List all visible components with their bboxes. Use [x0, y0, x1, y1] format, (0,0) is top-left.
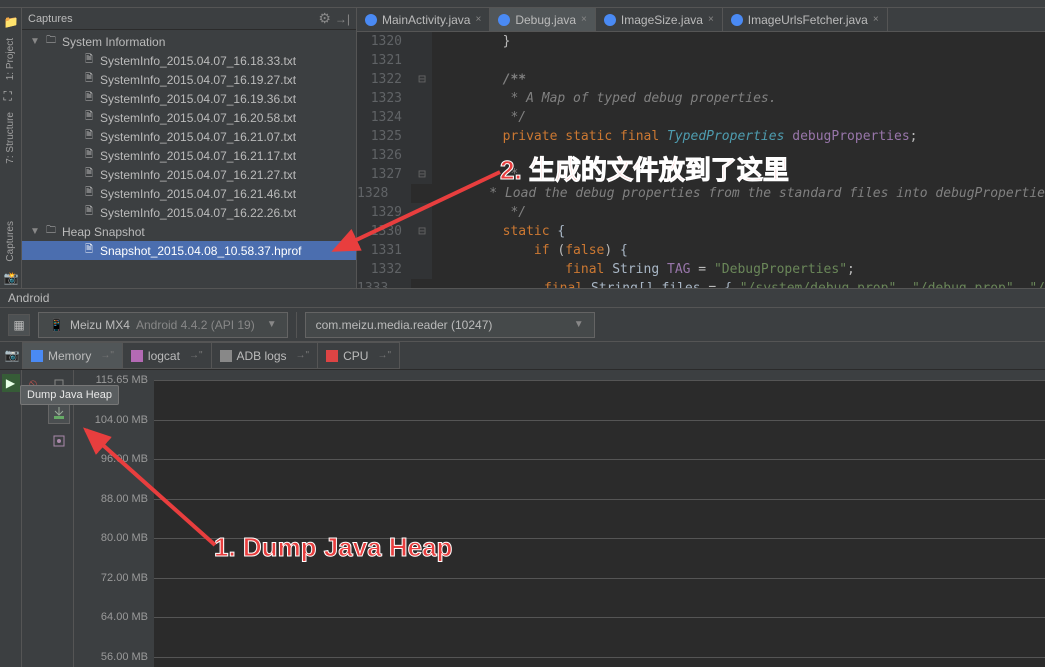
- profiler-left-rail: ▶: [0, 370, 22, 667]
- captures-panel: Captures ⚙ →| ▼🗀System Information🗎Syste…: [22, 8, 357, 288]
- tree-file[interactable]: 🗎SystemInfo_2015.04.07_16.18.33.txt: [22, 51, 356, 70]
- file-icon: 🗎: [82, 187, 96, 201]
- run-icon[interactable]: ▶: [2, 374, 20, 392]
- file-icon: 🗎: [82, 130, 96, 144]
- editor-tab[interactable]: ImageSize.java×: [596, 8, 723, 31]
- y-axis-label: 80.00 MB: [101, 532, 148, 544]
- left-tool-rail: 📁 1: Project ⛶ 7: Structure Captures 📸: [0, 8, 22, 288]
- tree-file[interactable]: 🗎SystemInfo_2015.04.07_16.21.27.txt: [22, 165, 356, 184]
- profiler-actions: [44, 370, 74, 667]
- java-file-icon: [731, 14, 743, 26]
- tree-file[interactable]: 🗎SystemInfo_2015.04.07_16.19.36.txt: [22, 89, 356, 108]
- profiler-left-rail2: ⦸: [22, 370, 44, 667]
- y-axis-label: 64.00 MB: [101, 611, 148, 623]
- captures-tree[interactable]: ▼🗀System Information🗎SystemInfo_2015.04.…: [22, 30, 356, 288]
- process-combo[interactable]: com.meizu.media.reader (10247) ▼: [305, 312, 595, 338]
- java-file-icon: [498, 14, 510, 26]
- file-icon: 🗎: [82, 149, 96, 163]
- y-axis-label: 56.00 MB: [101, 651, 148, 663]
- close-icon[interactable]: ×: [873, 14, 879, 25]
- structure-tool-icon[interactable]: ⛶: [4, 89, 18, 103]
- gear-icon[interactable]: ⚙: [318, 10, 331, 27]
- profiler-tab[interactable]: logcat→": [122, 342, 212, 369]
- allocation-tracking-icon[interactable]: [48, 430, 70, 452]
- y-axis-label: 88.00 MB: [101, 493, 148, 505]
- close-icon[interactable]: ×: [581, 14, 587, 25]
- java-file-icon: [604, 14, 616, 26]
- screenshot-icon[interactable]: 📷: [2, 342, 22, 368]
- memory-chart[interactable]: 115.65 MB104.00 MB96.00 MB88.00 MB80.00 …: [74, 370, 1045, 667]
- chart-plot-bg: [154, 380, 1045, 667]
- tree-file[interactable]: 🗎SystemInfo_2015.04.07_16.20.58.txt: [22, 108, 356, 127]
- tree-file[interactable]: 🗎SystemInfo_2015.04.07_16.22.26.txt: [22, 203, 356, 222]
- folder-icon: 🗀: [44, 35, 58, 49]
- android-panel-label[interactable]: Android: [0, 288, 1045, 308]
- y-axis-label: 96.00 MB: [101, 453, 148, 465]
- tree-file[interactable]: 🗎SystemInfo_2015.04.07_16.21.17.txt: [22, 146, 356, 165]
- editor-tab[interactable]: Debug.java×: [490, 8, 596, 31]
- captures-title: Captures: [28, 13, 318, 25]
- file-icon: 🗎: [82, 73, 96, 87]
- device-combo[interactable]: 📱 Meizu MX4 Android 4.4.2 (API 19) ▼: [38, 312, 288, 338]
- file-icon: 🗎: [82, 92, 96, 106]
- hide-panel-icon[interactable]: →|: [335, 12, 350, 26]
- tree-file[interactable]: 🗎SystemInfo_2015.04.07_16.21.46.txt: [22, 184, 356, 203]
- editor-area: MainActivity.java×Debug.java×ImageSize.j…: [357, 8, 1045, 288]
- close-icon[interactable]: ×: [475, 14, 481, 25]
- device-toolbar: ▦ 📱 Meizu MX4 Android 4.4.2 (API 19) ▼ c…: [0, 308, 1045, 342]
- file-icon: 🗎: [82, 244, 96, 258]
- tree-file[interactable]: 🗎SystemInfo_2015.04.07_16.19.27.txt: [22, 70, 356, 89]
- editor-tab[interactable]: MainActivity.java×: [357, 8, 490, 31]
- tree-file[interactable]: 🗎Snapshot_2015.04.08_10.58.37.hprof: [22, 241, 356, 260]
- editor-tabs[interactable]: MainActivity.java×Debug.java×ImageSize.j…: [357, 8, 1045, 32]
- profiler-tab[interactable]: ADB logs→": [211, 342, 319, 369]
- tree-folder[interactable]: ▼🗀Heap Snapshot: [22, 222, 356, 241]
- java-file-icon: [365, 14, 377, 26]
- editor-tab[interactable]: ImageUrlsFetcher.java×: [723, 8, 888, 31]
- code-editor[interactable]: 1320 }13211322⊟ /**1323 * A Map of typed…: [357, 32, 1045, 288]
- dump-java-heap-button[interactable]: [48, 402, 70, 424]
- devices-dropdown-button[interactable]: ▦: [8, 314, 30, 336]
- profiler-tabs[interactable]: 📷 Memory→"logcat→"ADB logs→"CPU→": [0, 342, 1045, 370]
- project-tool-label[interactable]: 1: Project: [5, 38, 16, 80]
- y-axis-label: 72.00 MB: [101, 572, 148, 584]
- tooltip-dump-java-heap: Dump Java Heap: [20, 385, 119, 405]
- chevron-down-icon: ▼: [574, 319, 584, 330]
- folder-icon: 🗀: [44, 225, 58, 239]
- chevron-down-icon: ▼: [267, 319, 277, 330]
- breadcrumb: [0, 0, 1045, 8]
- y-axis-label: 104.00 MB: [95, 414, 148, 426]
- tree-folder[interactable]: ▼🗀System Information: [22, 32, 356, 51]
- phone-icon: 📱: [49, 318, 64, 332]
- project-tool-icon[interactable]: 📁: [4, 15, 18, 29]
- tree-file[interactable]: 🗎SystemInfo_2015.04.07_16.21.07.txt: [22, 127, 356, 146]
- file-icon: 🗎: [82, 168, 96, 182]
- profiler-tab[interactable]: CPU→": [317, 342, 400, 369]
- file-icon: 🗎: [82, 206, 96, 220]
- captures-tool-label[interactable]: Captures: [5, 221, 16, 262]
- file-icon: 🗎: [82, 111, 96, 125]
- captures-tool-icon[interactable]: 📸: [4, 271, 18, 285]
- close-icon[interactable]: ×: [708, 14, 714, 25]
- file-icon: 🗎: [82, 54, 96, 68]
- profiler-tab[interactable]: Memory→": [22, 342, 123, 369]
- structure-tool-label[interactable]: 7: Structure: [5, 112, 16, 164]
